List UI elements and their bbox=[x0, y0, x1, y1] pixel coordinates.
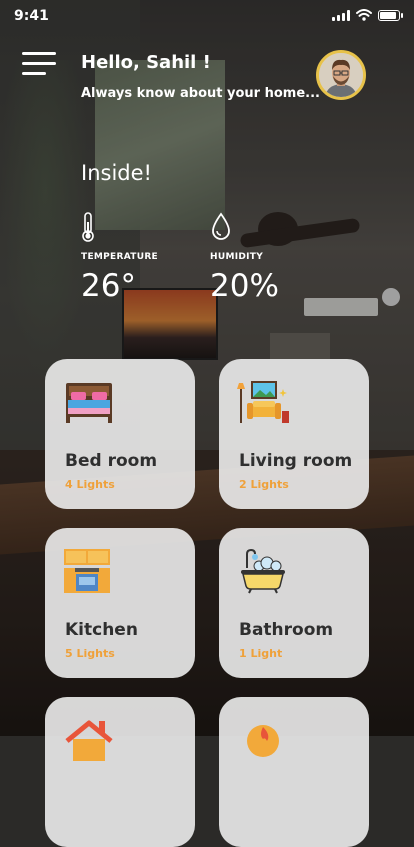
signal-icon bbox=[332, 9, 350, 21]
room-card-other[interactable] bbox=[219, 697, 369, 847]
bathtub-icon bbox=[241, 548, 285, 594]
humidity-metric: HUMIDITY 20% bbox=[210, 212, 279, 304]
house-icon bbox=[65, 720, 113, 761]
room-card-bedroom[interactable]: Bed room 4 Lights bbox=[45, 359, 195, 509]
greeting-title: Hello, Sahil ! bbox=[81, 52, 211, 73]
humidity-value: 20% bbox=[210, 268, 279, 304]
living-room-icon bbox=[237, 381, 289, 423]
room-lights-count: 5 Lights bbox=[65, 647, 115, 660]
room-lights-count: 1 Light bbox=[239, 647, 283, 660]
greeting-subtitle: Always know about your home... bbox=[81, 86, 320, 101]
avatar[interactable] bbox=[316, 50, 366, 100]
temperature-value: 26° bbox=[81, 268, 136, 304]
status-time: 9:41 bbox=[14, 8, 49, 24]
room-name: Bed room bbox=[65, 451, 158, 471]
room-name: Kitchen bbox=[65, 620, 138, 640]
kitchen-icon bbox=[64, 549, 110, 593]
temperature-label: TEMPERATURE bbox=[81, 252, 159, 262]
status-bar: 9:41 bbox=[0, 0, 414, 34]
room-card-home[interactable] bbox=[45, 697, 195, 847]
temperature-metric: TEMPERATURE 26° bbox=[81, 212, 158, 304]
room-name: Bathroom bbox=[239, 620, 334, 640]
inside-label: Inside! bbox=[81, 161, 152, 185]
flame-icon bbox=[247, 725, 279, 757]
room-lights-count: 4 Lights bbox=[65, 478, 115, 491]
room-name: Living room bbox=[239, 451, 353, 471]
bed-icon bbox=[66, 383, 112, 423]
room-card-living-room[interactable]: Living room 2 Lights bbox=[219, 359, 369, 509]
room-card-kitchen[interactable]: Kitchen 5 Lights bbox=[45, 528, 195, 678]
room-lights-count: 2 Lights bbox=[239, 478, 289, 491]
thermometer-icon bbox=[82, 212, 94, 242]
menu-icon[interactable] bbox=[22, 52, 56, 78]
room-card-bathroom[interactable]: Bathroom 1 Light bbox=[219, 528, 369, 678]
water-drop-icon bbox=[212, 212, 230, 240]
humidity-label: HUMIDITY bbox=[210, 252, 264, 262]
wifi-icon bbox=[356, 9, 372, 21]
battery-icon bbox=[378, 9, 403, 21]
